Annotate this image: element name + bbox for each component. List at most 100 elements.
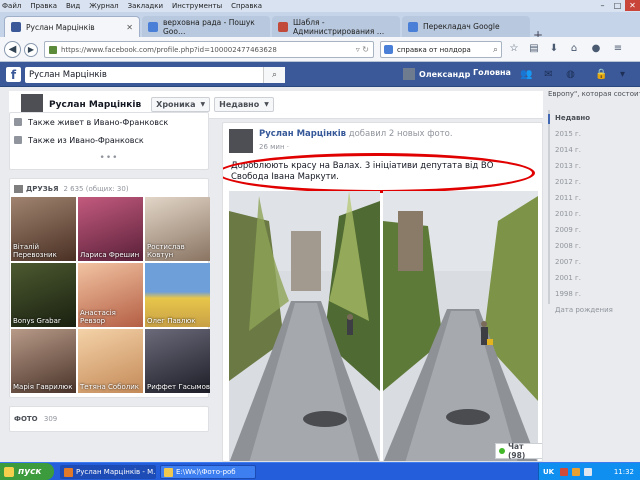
friend-tile[interactable]: Тетяна Соболик [78,329,143,393]
antivirus-tray-icon[interactable] [560,467,569,476]
facebook-logo-icon[interactable]: f [6,67,21,82]
tab-shablya-admin[interactable]: Шабля - Администрирования … [272,16,400,37]
minimize-button[interactable]: – [595,0,610,11]
forward-arrow-icon[interactable]: ▶ [24,43,38,57]
friend-tile[interactable]: Віталій Перевозник [11,197,76,261]
notifications-icon[interactable]: ◍ [564,68,577,81]
privacy-lock-icon[interactable]: 🔒 [595,68,608,81]
account-dropdown-icon[interactable]: ▾ [616,68,629,81]
photos-count: 309 [43,415,58,423]
site-favicon-icon [278,21,288,32]
home-link[interactable]: Головна [473,68,511,77]
start-button[interactable]: пуск [0,463,54,480]
street-photo-right [383,191,538,461]
windows-logo-icon [4,466,14,477]
timeline-item-year[interactable]: 2012 г. [555,178,581,186]
menu-edit[interactable]: Правка [30,2,57,10]
timeline-dropdown-label: Хроника [156,100,196,109]
close-tab-icon[interactable]: ✕ [122,23,133,32]
friend-tile[interactable]: Марія Гаврилюк [11,329,76,393]
timeline-item-year[interactable]: 1998 г. [555,290,581,298]
timeline-item-year[interactable]: 2010 г. [555,210,581,218]
post-timestamp[interactable]: 26 мин · [259,143,289,151]
browser-menubar: Файл Правка Вид Журнал Закладки Инструме… [0,0,640,12]
friend-tile[interactable]: Bonys Grabar [11,263,76,327]
close-window-button[interactable]: ✕ [625,0,640,11]
friends-count: 2 635 (общих: 30) [63,185,129,193]
search-icon[interactable]: ⌕ [493,45,498,55]
friend-requests-icon[interactable]: 👥 [520,68,533,81]
friend-tile[interactable]: Ростислав Ковтун [145,197,210,261]
menu-icon[interactable]: ≡ [612,43,624,55]
clock: 11:32 [613,467,634,476]
recent-dropdown-button[interactable]: Недавно ▼ [214,97,274,112]
timeline-item-year[interactable]: 2008 г. [555,242,581,250]
menu-bookmarks[interactable]: Закладки [128,2,163,10]
tab-google-search[interactable]: верховна рада - Пошук Goo… [142,16,270,37]
friend-tile[interactable]: Риффет Гасымов [145,329,210,393]
reload-icon[interactable]: ▿ ↻ [356,45,369,54]
post-author-avatar[interactable] [229,129,253,153]
street-photo-left [229,191,380,461]
post-photo[interactable] [229,191,380,461]
maximize-button[interactable]: □ [610,0,625,11]
system-tray: UK 11:32 [538,463,640,480]
search-bar[interactable]: справка от нолдора ⌕ [380,41,502,58]
downloads-icon[interactable]: ⬇ [548,43,560,55]
about-more-button[interactable]: ••• [10,149,208,169]
post-photo[interactable] [383,191,538,461]
post-author-name[interactable]: Руслан Марцінків [259,129,346,139]
addon-icon[interactable]: ● [590,43,602,55]
about-from: Также из Ивано-Франковск [10,131,208,149]
facebook-search-input[interactable]: Руслан Марцінків ⌕ [25,67,285,83]
about-lives-in: Также живет в Ивано-Франковск [10,113,208,131]
timeline-nav: Европу", которая состоит Недавно 2015 г.… [543,88,640,462]
url-bar[interactable]: https://www.facebook.com/profile.php?id=… [44,41,374,58]
menu-view[interactable]: Вид [66,2,80,10]
volume-tray-icon[interactable] [584,467,593,476]
timeline-item-year[interactable]: 2011 г. [555,194,581,202]
facebook-search-icon[interactable]: ⌕ [263,67,285,83]
timeline-item-year[interactable]: 2007 г. [555,258,581,266]
timeline-item-born[interactable]: Дата рождения [555,306,613,314]
timeline-item-year[interactable]: 2014 г. [555,146,581,154]
back-arrow-icon[interactable]: ◀ [4,41,21,58]
taskbar-item-firefox[interactable]: Руслан Марцінків - М… [60,465,156,479]
tab-google-translate[interactable]: Перекладач Google [402,16,530,37]
timeline-item-recent[interactable]: Недавно [555,114,590,122]
friends-icon [14,185,23,193]
friend-name: Тетяна Соболик [80,383,139,391]
bookmarks-list-icon[interactable]: ▤ [528,43,540,55]
photos-title[interactable]: ФОТО [14,415,38,423]
friend-tile[interactable]: Олег Павлюк [145,263,210,327]
windows-taskbar: пуск Руслан Марцінків - М… E:\Wк)\Фото-р… [0,462,640,480]
timeline-item-year[interactable]: 2001 г. [555,274,581,282]
timeline-item-year[interactable]: 2013 г. [555,162,581,170]
home-icon[interactable]: ⌂ [568,43,580,55]
timeline-item-year[interactable]: 2015 г. [555,130,581,138]
messages-icon[interactable]: ✉ [542,68,555,81]
chat-button[interactable]: Чат (98) [495,442,542,460]
timeline-dropdown-button[interactable]: Хроника ▼ [151,97,211,112]
header-user-link[interactable]: Олександр [403,68,470,80]
taskbar-item-explorer[interactable]: E:\Wк)\Фото-роб [160,465,256,479]
menu-tools[interactable]: Инструменты [172,2,222,10]
profile-name[interactable]: Руслан Марцінків [49,100,141,110]
language-indicator[interactable]: UK [543,468,554,476]
search-query: справка от нолдора [397,45,471,54]
timeline-item-year[interactable]: 2009 г. [555,226,581,234]
friend-tile[interactable]: Анастасія Ревзор [78,263,143,327]
friend-name: Лариса Фрешин [80,251,140,259]
menu-file[interactable]: Файл [2,2,21,10]
firefox-tray-icon[interactable] [572,467,581,476]
facebook-header: f Руслан Марцінків ⌕ Олександр Головна 👥… [0,62,640,87]
menu-help[interactable]: Справка [231,2,262,10]
friends-header: ДРУЗЬЯ 2 635 (общих: 30) [10,179,208,197]
menu-history[interactable]: Журнал [89,2,118,10]
tab-facebook-profile[interactable]: Руслан Марцінків ✕ [4,16,140,37]
friend-tile[interactable]: Лариса Фрешин [78,197,143,261]
friends-title[interactable]: ДРУЗЬЯ [26,185,58,193]
facebook-search-value: Руслан Марцінків [29,70,107,80]
timeline-post: Руслан Марцінків добавил 2 новых фото. 2… [222,122,543,462]
bookmark-star-icon[interactable]: ☆ [508,43,520,55]
